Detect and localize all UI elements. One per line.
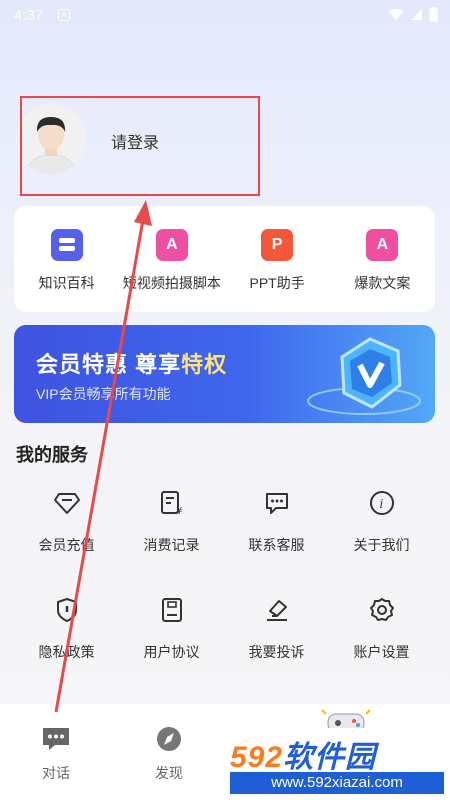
watermark-brand: 592软件园 bbox=[230, 741, 377, 774]
watermark-url: www.592xiazai.com bbox=[230, 772, 444, 794]
watermark-logo: 592软件园 www.592xiazai.com bbox=[222, 728, 450, 800]
annotation-arrow bbox=[54, 200, 152, 713]
